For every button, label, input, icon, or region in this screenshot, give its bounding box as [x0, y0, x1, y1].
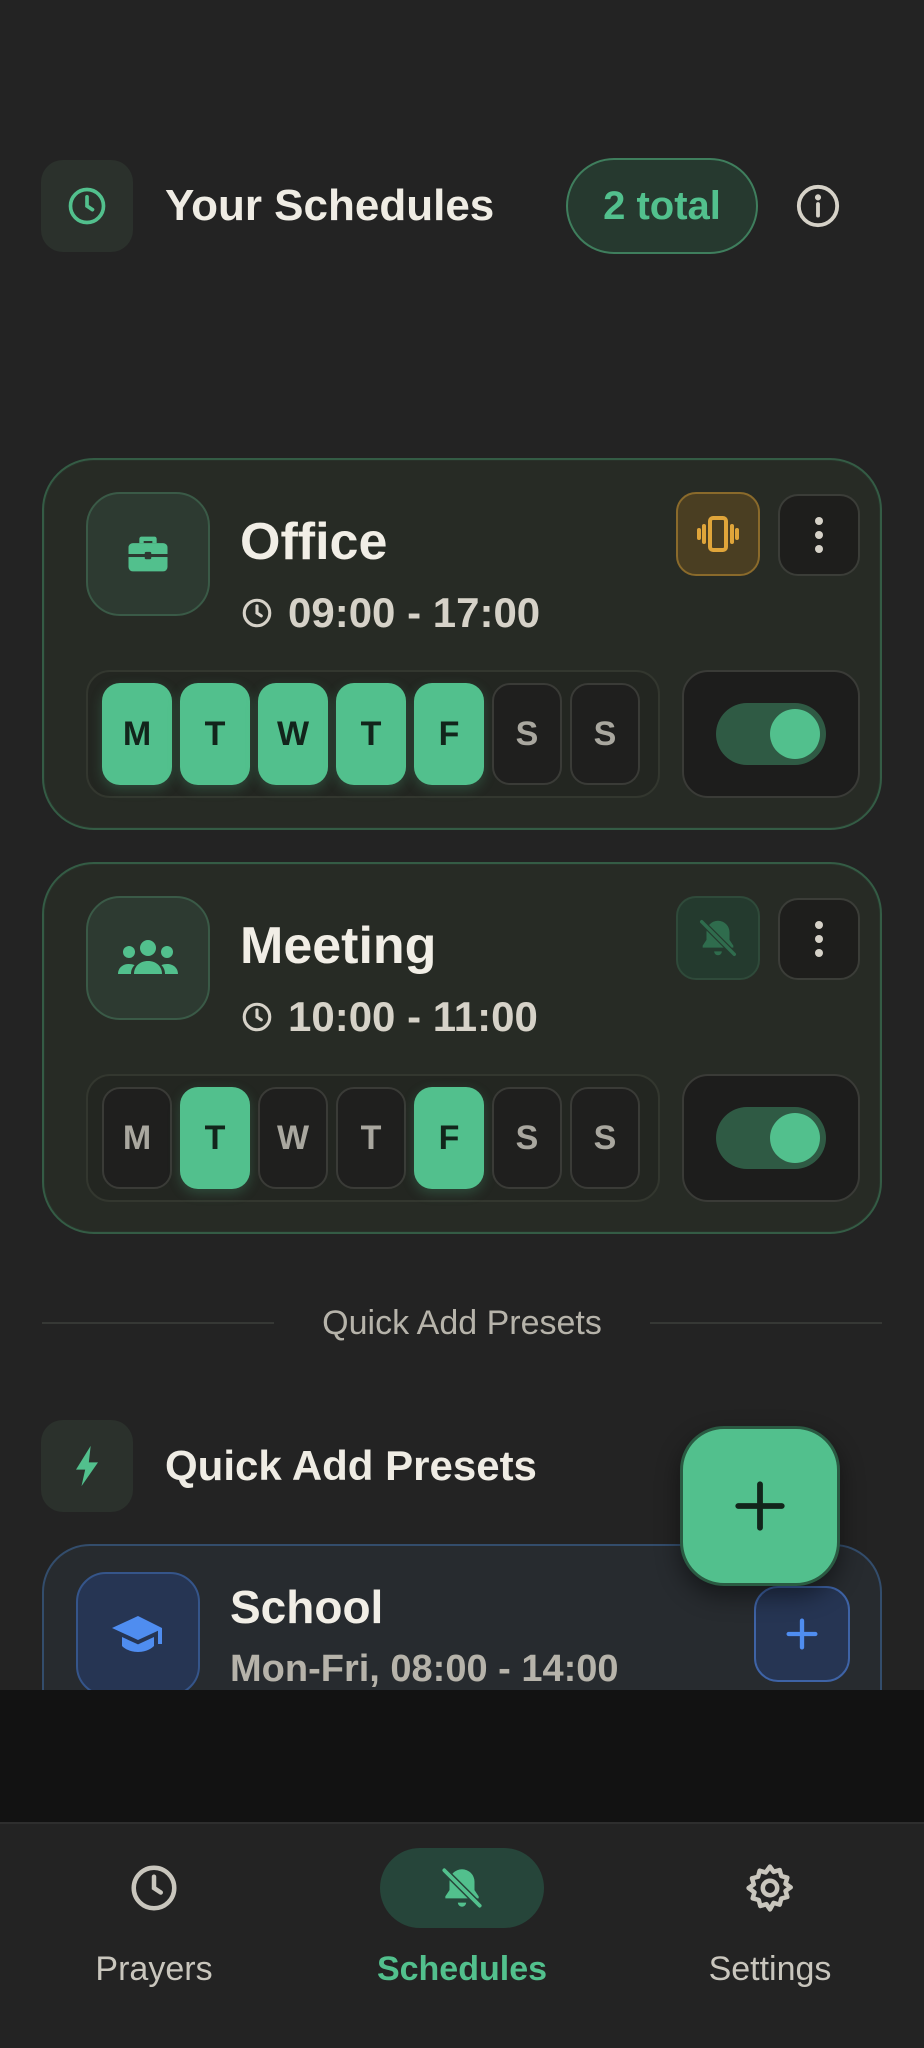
clock-icon [68, 187, 106, 225]
more-options-button[interactable] [778, 494, 860, 576]
nav-icon-container [72, 1848, 236, 1928]
bottom-navigation: Prayers Schedules Settings [0, 1822, 924, 2048]
nav-label: Schedules [376, 1950, 548, 1988]
day-friday[interactable]: F [414, 683, 484, 785]
info-icon [796, 184, 840, 228]
schedules-header-icon [41, 160, 133, 252]
content-bottom-band [0, 1690, 924, 1822]
page-title: Your Schedules [165, 181, 495, 230]
clock-icon [242, 1002, 272, 1032]
nav-label: Prayers [95, 1950, 213, 1988]
day-saturday[interactable]: S [492, 1087, 562, 1189]
schedule-card-office[interactable]: Office 09:00 - 17:00 M T W T F S S [42, 458, 882, 830]
section-divider-label: Quick Add Presets [0, 1302, 924, 1344]
schedule-icon-box [86, 896, 210, 1020]
nav-item-schedules[interactable]: Schedules [332, 1848, 592, 1990]
presets-header-icon [41, 1420, 133, 1512]
schedule-time: 09:00 - 17:00 [240, 588, 540, 638]
weekday-selector: M T W T F S S [86, 670, 660, 798]
add-preset-button[interactable] [754, 1586, 850, 1682]
day-wednesday[interactable]: W [258, 683, 328, 785]
schedule-time-text: 10:00 - 11:00 [288, 993, 538, 1040]
day-friday[interactable]: F [414, 1087, 484, 1189]
schedule-enabled-toggle[interactable] [716, 703, 826, 765]
bell-off-icon [698, 918, 738, 958]
schedule-toggle-container [682, 670, 860, 798]
day-thursday[interactable]: T [336, 1087, 406, 1189]
day-saturday[interactable]: S [492, 683, 562, 785]
schedule-icon-box [86, 492, 210, 616]
schedule-toggle-container [682, 1074, 860, 1202]
preset-name: School [230, 1581, 384, 1633]
day-sunday[interactable]: S [570, 1087, 640, 1189]
info-button[interactable] [792, 180, 844, 232]
more-vertical-icon [815, 921, 823, 957]
clock-icon [242, 598, 272, 628]
schedule-time: 10:00 - 11:00 [240, 992, 538, 1042]
nav-label: Settings [708, 1950, 832, 1988]
preset-icon-box [76, 1572, 200, 1696]
nav-icon-container-active [380, 1848, 544, 1928]
schedule-card-meeting[interactable]: Meeting 10:00 - 11:00 M T W T F S S [42, 862, 882, 1234]
schedule-name: Meeting [240, 917, 437, 975]
day-tuesday[interactable]: T [180, 683, 250, 785]
plus-icon [786, 1618, 818, 1650]
nav-item-settings[interactable]: Settings [640, 1848, 900, 1990]
day-sunday[interactable]: S [570, 683, 640, 785]
toggle-knob [770, 1113, 820, 1163]
day-thursday[interactable]: T [336, 683, 406, 785]
vibrate-icon [697, 516, 739, 552]
group-icon [118, 940, 178, 974]
schedule-name: Office [240, 513, 388, 571]
bell-off-icon [440, 1866, 484, 1910]
total-count-badge: 2 total [566, 158, 758, 254]
day-monday[interactable]: M [102, 683, 172, 785]
nav-icon-container [688, 1848, 852, 1928]
nav-item-prayers[interactable]: Prayers [24, 1848, 284, 1990]
more-vertical-icon [815, 517, 823, 553]
more-options-button[interactable] [778, 898, 860, 980]
schedule-enabled-toggle[interactable] [716, 1107, 826, 1169]
plus-icon [735, 1481, 785, 1531]
mode-silent-button[interactable] [676, 896, 760, 980]
lightning-icon [76, 1445, 98, 1487]
toggle-knob [770, 709, 820, 759]
day-wednesday[interactable]: W [258, 1087, 328, 1189]
clock-icon [131, 1865, 177, 1911]
divider-label-text: Quick Add Presets [292, 1304, 632, 1342]
gear-icon [746, 1864, 793, 1912]
presets-section-title: Quick Add Presets [165, 1442, 537, 1489]
day-monday[interactable]: M [102, 1087, 172, 1189]
graduation-cap-icon [112, 1616, 162, 1652]
mode-vibrate-button[interactable] [676, 492, 760, 576]
day-tuesday[interactable]: T [180, 1087, 250, 1189]
weekday-selector: M T W T F S S [86, 1074, 660, 1202]
preset-subtitle: Mon-Fri, 08:00 - 14:00 [230, 1648, 619, 1690]
briefcase-icon [128, 536, 168, 572]
add-schedule-fab[interactable] [680, 1426, 840, 1586]
schedule-time-text: 09:00 - 17:00 [288, 589, 541, 636]
